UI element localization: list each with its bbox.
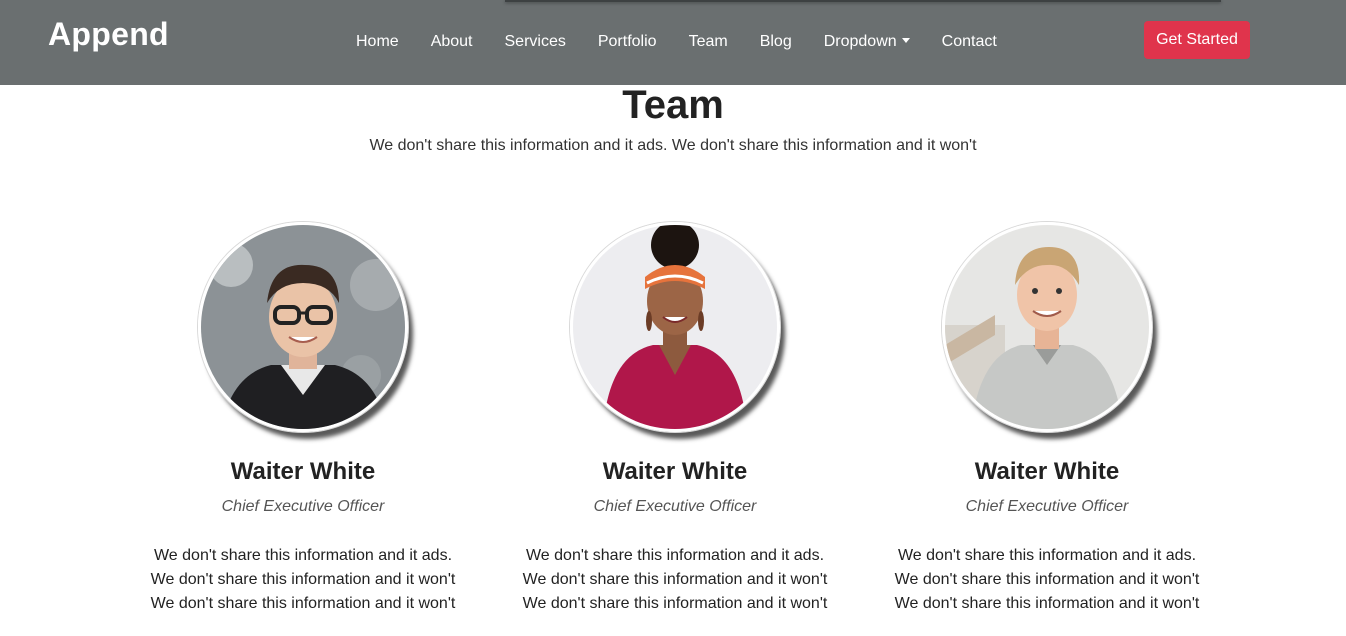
- team-member-card: Waiter White Chief Executive Officer We …: [882, 222, 1212, 616]
- member-photo: [570, 222, 780, 432]
- member-portrait-2: [573, 225, 777, 429]
- nav-dropdown[interactable]: Dropdown: [808, 31, 926, 53]
- member-role: Chief Executive Officer: [965, 498, 1129, 515]
- member-name: Waiter White: [974, 458, 1120, 485]
- main-menu: Home About Services Portfolio Team Blog …: [340, 31, 1013, 53]
- nav-team[interactable]: Team: [673, 31, 744, 53]
- section-title: Team: [622, 83, 724, 127]
- caret-down-icon: [901, 38, 910, 43]
- member-name: Waiter White: [602, 458, 748, 485]
- member-bio: We don't share this information and it a…: [150, 547, 456, 612]
- navbar-shadow-bar: [505, 0, 1221, 2]
- get-started-button[interactable]: Get Started: [1144, 21, 1250, 59]
- nav-about[interactable]: About: [415, 31, 489, 53]
- member-portrait-3: [945, 225, 1149, 429]
- nav-contact[interactable]: Contact: [926, 31, 1013, 53]
- member-photo: [198, 222, 408, 432]
- nav-blog[interactable]: Blog: [744, 31, 808, 53]
- nav-services[interactable]: Services: [489, 31, 582, 53]
- section-subtitle: We don't share this information and it a…: [369, 137, 977, 154]
- member-name: Waiter White: [230, 458, 376, 485]
- member-bio: We don't share this information and it a…: [894, 547, 1200, 612]
- nav-dropdown-label: Dropdown: [823, 33, 897, 50]
- nav-home[interactable]: Home: [340, 31, 415, 53]
- navbar: Append Home About Services Portfolio Tea…: [0, 0, 1346, 85]
- team-member-card: Waiter White Chief Executive Officer We …: [138, 222, 468, 616]
- member-bio: We don't share this information and it a…: [522, 547, 828, 612]
- team-member-card: Waiter White Chief Executive Officer We …: [510, 222, 840, 616]
- member-role: Chief Executive Officer: [221, 498, 385, 515]
- member-role: Chief Executive Officer: [593, 498, 757, 515]
- member-photo: [942, 222, 1152, 432]
- brand-logo[interactable]: Append: [48, 16, 169, 53]
- nav-portfolio[interactable]: Portfolio: [582, 31, 673, 53]
- member-portrait-1: [201, 225, 405, 429]
